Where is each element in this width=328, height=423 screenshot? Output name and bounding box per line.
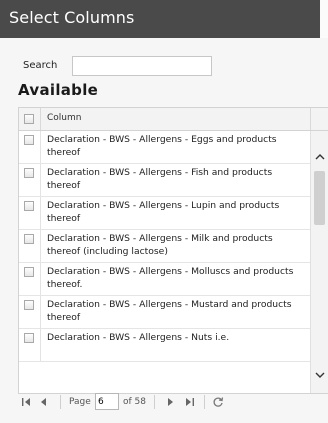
grid-header: Column — [19, 108, 328, 131]
available-section-title: Available — [18, 81, 99, 99]
first-page-icon[interactable] — [20, 396, 32, 408]
page-number-input[interactable] — [95, 393, 119, 410]
row-label: Declaration - BWS - Allergens - Milk and… — [47, 233, 273, 257]
row-check-cell — [19, 263, 41, 295]
table-row[interactable]: Declaration - BWS - Allergens - Lupin an… — [19, 197, 311, 230]
scrollbar-thumb[interactable] — [314, 171, 325, 225]
refresh-icon[interactable] — [212, 396, 224, 408]
search-label: Search — [23, 60, 58, 71]
chevron-down-icon[interactable] — [314, 369, 326, 381]
row-check-cell — [19, 230, 41, 262]
page-label: Page — [69, 397, 91, 407]
scroll-header-spacer — [310, 108, 328, 130]
row-check-cell — [19, 131, 41, 163]
row-checkbox[interactable] — [24, 333, 34, 343]
chevron-up-icon[interactable] — [314, 151, 326, 163]
column-header[interactable]: Column — [47, 113, 81, 123]
pager-separator — [60, 395, 61, 409]
row-check-cell — [19, 296, 41, 328]
search-input[interactable] — [72, 56, 212, 76]
pager-separator — [154, 395, 155, 409]
row-checkbox[interactable] — [24, 201, 34, 211]
row-label: Declaration - BWS - Allergens - Fish and… — [47, 167, 273, 191]
row-checkbox[interactable] — [24, 168, 34, 178]
select-columns-dialog: Select Columns Search Available Column D… — [0, 0, 328, 423]
table-row[interactable]: Declaration - BWS - Allergens - Eggs and… — [19, 131, 311, 164]
table-row[interactable]: Declaration - BWS - Allergens - Milk and… — [19, 230, 311, 263]
table-row[interactable]: Declaration - BWS - Allergens - Mustard … — [19, 296, 311, 329]
row-label: Declaration - BWS - Allergens - Nuts i.e… — [47, 332, 230, 343]
prev-page-icon[interactable] — [38, 396, 50, 408]
pager-separator — [204, 395, 205, 409]
dialog-body: Search Available Column Declaration - BW… — [0, 38, 328, 423]
table-row[interactable]: Declaration - BWS - Allergens - Nuts i.e… — [19, 329, 311, 362]
table-row[interactable]: Declaration - BWS - Allergens - Molluscs… — [19, 263, 311, 296]
row-check-cell — [19, 197, 41, 229]
next-page-icon[interactable] — [164, 396, 176, 408]
page-count: of 58 — [123, 397, 146, 407]
row-checkbox[interactable] — [24, 135, 34, 145]
last-page-icon[interactable] — [184, 396, 196, 408]
row-checkbox[interactable] — [24, 234, 34, 244]
select-all-checkbox[interactable] — [24, 114, 34, 124]
available-columns-grid: Column Declaration - BWS - Allergens - E… — [18, 107, 328, 394]
grid-scrollbar[interactable] — [310, 131, 328, 393]
row-label: Declaration - BWS - Allergens - Lupin an… — [47, 200, 280, 224]
dialog-title: Select Columns — [9, 8, 135, 27]
pagination-bar: Page of 58 — [18, 392, 318, 414]
row-check-cell — [19, 329, 41, 361]
row-check-cell — [19, 164, 41, 196]
row-checkbox[interactable] — [24, 267, 34, 277]
dialog-titlebar[interactable]: Select Columns — [0, 0, 328, 38]
row-label: Declaration - BWS - Allergens - Mustard … — [47, 299, 292, 323]
row-checkbox[interactable] — [24, 300, 34, 310]
select-all-cell — [19, 108, 41, 130]
grid-rows: Declaration - BWS - Allergens - Eggs and… — [19, 131, 311, 362]
table-row[interactable]: Declaration - BWS - Allergens - Fish and… — [19, 164, 311, 197]
row-label: Declaration - BWS - Allergens - Molluscs… — [47, 266, 294, 290]
row-label: Declaration - BWS - Allergens - Eggs and… — [47, 134, 277, 158]
